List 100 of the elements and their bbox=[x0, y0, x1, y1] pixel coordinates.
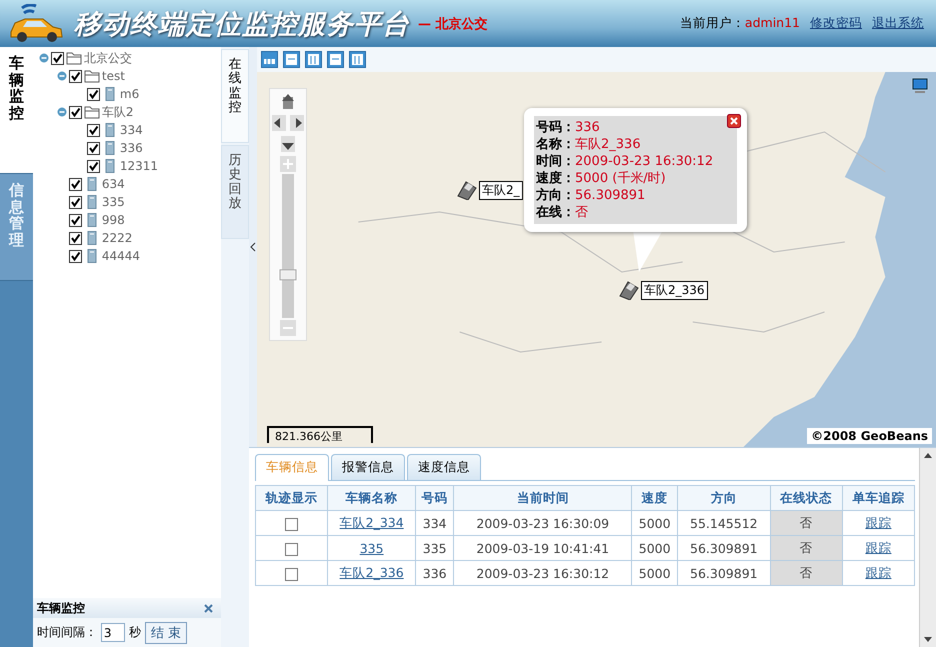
export-icon[interactable] bbox=[283, 51, 300, 68]
collapse-icon[interactable] bbox=[56, 107, 67, 117]
tree-item-label[interactable]: 335 bbox=[102, 195, 125, 209]
map-scale: 821.366公里 bbox=[267, 426, 374, 443]
tree-checkbox[interactable] bbox=[86, 142, 100, 154]
tree-item-label[interactable]: 北京公交 bbox=[84, 50, 132, 66]
table-icon[interactable] bbox=[349, 51, 366, 68]
map-copyright: ©2008 GeoBeans bbox=[807, 428, 932, 444]
tree-checkbox[interactable] bbox=[68, 214, 82, 226]
monitor-icon[interactable] bbox=[912, 78, 928, 94]
vehicle-icon[interactable] bbox=[455, 180, 480, 200]
column-header: 轨迹显示 bbox=[256, 486, 328, 510]
table-cell: 2009-03-23 16:30:09 bbox=[454, 510, 632, 536]
column-header: 方向 bbox=[678, 486, 770, 510]
info-label: 号码： bbox=[536, 119, 576, 136]
end-button[interactable]: 结 束 bbox=[144, 622, 188, 644]
table-cell: 否 bbox=[770, 560, 842, 586]
table-cell: 5000 bbox=[632, 510, 678, 536]
side-tab[interactable]: 历史回放 bbox=[221, 145, 250, 239]
tree-item-label[interactable]: 12311 bbox=[120, 159, 158, 173]
table-cell: 56.309891 bbox=[678, 560, 770, 586]
column-header: 当前时间 bbox=[454, 486, 632, 510]
tree-checkbox[interactable] bbox=[68, 250, 82, 262]
info-value: 2009-03-23 16:30:12 bbox=[575, 153, 714, 170]
interval-field[interactable]: 3 bbox=[100, 623, 125, 642]
header-link[interactable]: 退出系统 bbox=[872, 15, 924, 32]
column-header: 单车追踪 bbox=[842, 486, 915, 510]
collapse-icon[interactable] bbox=[38, 53, 49, 63]
grid-icon[interactable] bbox=[327, 51, 344, 68]
table-cell: 334 bbox=[416, 510, 454, 536]
app-title: 移动终端定位监控服务平台 bbox=[74, 8, 410, 42]
column-header: 号码 bbox=[416, 486, 454, 510]
collapse-icon[interactable] bbox=[56, 71, 67, 81]
tree-item-label[interactable]: 336 bbox=[120, 141, 143, 155]
info-label: 速度： bbox=[536, 170, 576, 187]
info-value: 5000 (千米/时) bbox=[575, 170, 666, 187]
tree-item-label[interactable]: 2222 bbox=[102, 231, 132, 245]
info-label: 在线： bbox=[536, 204, 576, 221]
close-icon[interactable] bbox=[204, 604, 214, 612]
table-cell: 56.309891 bbox=[678, 536, 770, 560]
tree-checkbox[interactable] bbox=[86, 160, 100, 172]
scrollbar[interactable] bbox=[919, 448, 936, 647]
table-cell: 336 bbox=[416, 560, 454, 586]
tree-checkbox[interactable] bbox=[50, 52, 64, 64]
info-value: 56.309891 bbox=[575, 187, 646, 204]
vehicle-label: 车队2_ bbox=[479, 180, 523, 200]
tree-item-label[interactable]: 车队2 bbox=[102, 104, 134, 120]
vehicle-name-link[interactable]: 335 bbox=[360, 540, 384, 556]
tree-checkbox[interactable] bbox=[86, 124, 100, 136]
info-label: 名称： bbox=[536, 136, 576, 153]
table-cell: 2009-03-19 10:41:41 bbox=[454, 536, 632, 560]
table-cell: 2009-03-23 16:30:12 bbox=[454, 560, 632, 586]
column-header: 速度 bbox=[632, 486, 678, 510]
table-cell: 55.145512 bbox=[678, 510, 770, 536]
tree-item-label[interactable]: 334 bbox=[120, 123, 143, 137]
zoom-control[interactable] bbox=[269, 88, 308, 341]
app-subtitle: — 北京公交 bbox=[418, 16, 488, 32]
current-user-label: 当前用户：admin11 bbox=[680, 15, 800, 32]
info-label: 时间： bbox=[536, 153, 576, 170]
nav-tab[interactable]: 车辆监控 bbox=[0, 47, 33, 174]
tree-item-label[interactable]: m6 bbox=[120, 87, 140, 101]
tree-item-label[interactable]: 634 bbox=[102, 177, 125, 191]
tree-checkbox[interactable] bbox=[86, 88, 100, 100]
table-cell: 否 bbox=[770, 536, 842, 560]
interval-label: 时间间隔： bbox=[36, 624, 97, 641]
vehicle-label: 车队2_336 bbox=[641, 280, 708, 300]
tree-checkbox[interactable] bbox=[68, 196, 82, 208]
info-value: 336 bbox=[575, 119, 600, 136]
side-tab[interactable]: 在线监控 bbox=[221, 49, 250, 143]
track-checkbox[interactable] bbox=[285, 542, 298, 556]
ruler-icon[interactable] bbox=[261, 51, 278, 68]
tree-item-label[interactable]: test bbox=[102, 69, 125, 83]
table-cell: 335 bbox=[416, 536, 454, 560]
vehicle-icon[interactable] bbox=[617, 280, 642, 300]
header-link[interactable]: 修改密码 bbox=[810, 15, 862, 32]
info-label: 方向： bbox=[536, 187, 576, 204]
info-value: 否 bbox=[575, 204, 588, 221]
tree-checkbox[interactable] bbox=[68, 70, 82, 82]
info-tab[interactable]: 速度信息 bbox=[407, 454, 482, 480]
tree-item-label[interactable]: 998 bbox=[102, 213, 125, 227]
collapse-handle[interactable] bbox=[249, 47, 258, 447]
unit-label: 秒 bbox=[128, 624, 141, 641]
table-cell: 否 bbox=[770, 510, 842, 536]
tree-checkbox[interactable] bbox=[68, 178, 82, 190]
info-value: 车队2_336 bbox=[575, 136, 641, 153]
close-icon[interactable] bbox=[727, 114, 742, 128]
tree-checkbox[interactable] bbox=[68, 106, 82, 118]
window-icon[interactable] bbox=[305, 51, 322, 68]
tree-checkbox[interactable] bbox=[68, 232, 82, 244]
folder-icon bbox=[66, 51, 82, 65]
panel-title: 车辆监控 bbox=[36, 600, 85, 616]
info-tab[interactable]: 报警信息 bbox=[331, 454, 406, 480]
column-header: 在线状态 bbox=[770, 486, 842, 510]
table-cell: 5000 bbox=[632, 536, 678, 560]
column-header: 车辆名称 bbox=[328, 486, 416, 510]
track-checkbox[interactable] bbox=[285, 568, 298, 581]
table-cell: 5000 bbox=[632, 560, 678, 586]
folder-icon bbox=[84, 105, 100, 119]
track-checkbox[interactable] bbox=[285, 518, 298, 531]
tree-item-label[interactable]: 44444 bbox=[102, 249, 140, 263]
